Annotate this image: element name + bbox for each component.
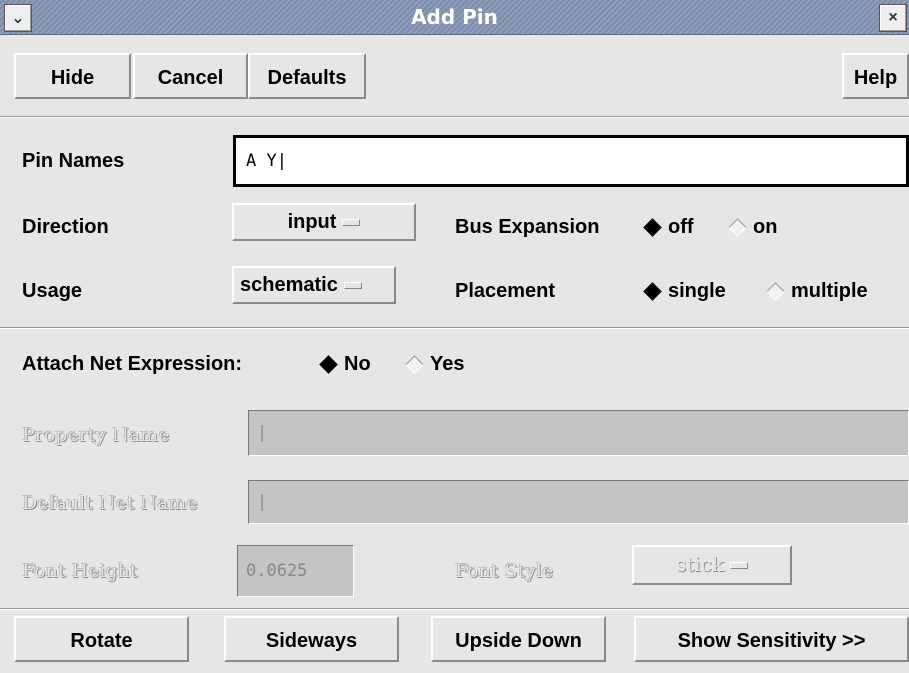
radio-selected-icon [643,281,662,301]
window-menu-button[interactable]: ⌄ [4,4,32,32]
upside-down-button[interactable]: Upside Down [431,616,606,662]
net-expression-yes-radio[interactable]: Yes [402,349,464,379]
default-net-name-field: | [248,480,909,524]
rotate-button[interactable]: Rotate [14,616,189,662]
bottom-divider [0,608,909,610]
placement-multiple-radio[interactable]: multiple [763,276,868,306]
direction-select[interactable]: input [232,203,416,241]
font-height-field: 0.0625 [237,545,354,597]
placement-single-label: single [668,279,726,302]
radio-unselected-icon [405,354,424,374]
close-button[interactable]: × [879,4,907,32]
chevron-down-icon: ⌄ [11,10,25,27]
sideways-button[interactable]: Sideways [224,616,399,662]
default-net-name-label: Default Net Name [22,492,198,514]
pin-names-label: Pin Names [22,150,125,172]
defaults-button[interactable]: Defaults [248,53,366,99]
radio-unselected-icon [766,281,785,301]
pin-names-field[interactable]: A Y| [233,135,909,187]
cancel-button[interactable]: Cancel [133,53,248,99]
net-expression-no-label: No [344,352,371,375]
placement-label: Placement [455,280,556,302]
font-style-select: stick [632,545,792,585]
option-menu-icon [343,282,362,290]
bus-expansion-off-label: off [668,215,694,238]
property-name-field: | [248,410,909,456]
toolbar-divider [0,116,909,118]
radio-unselected-icon [728,217,747,237]
net-expression-label: Attach Net Expression: [22,353,243,375]
help-button[interactable]: Help [842,53,909,99]
font-style-label: Font Style [455,560,554,582]
window-title: Add Pin [411,5,498,29]
font-style-value: stick [675,552,725,576]
text-cursor-icon: | [257,423,268,443]
net-expression-yes-label: Yes [430,352,465,375]
option-menu-icon [730,562,749,569]
usage-value: schematic [240,274,338,296]
pin-names-value: A Y [246,151,277,171]
net-expression-no-radio[interactable]: No [316,349,371,379]
show-sensitivity-button[interactable]: Show Sensitivity >> [634,616,909,662]
property-name-label: Property Name [22,424,170,446]
bus-expansion-off-radio[interactable]: off [640,212,694,242]
font-height-label: Font Height [22,560,138,582]
direction-label: Direction [22,216,109,238]
close-icon: × [888,9,898,26]
placement-multiple-label: multiple [791,279,868,302]
bus-expansion-label: Bus Expansion [455,216,600,238]
text-cursor-icon: | [257,492,268,512]
text-cursor-icon: | [276,151,287,171]
font-height-value: 0.0625 [246,561,308,581]
bus-expansion-on-label: on [753,215,778,238]
radio-selected-icon [319,354,338,374]
section-divider [0,327,909,329]
usage-select[interactable]: schematic [232,266,396,304]
direction-value: input [287,211,337,233]
usage-label: Usage [22,280,83,302]
hide-button[interactable]: Hide [14,53,131,99]
placement-single-radio[interactable]: single [640,276,726,306]
bus-expansion-on-radio[interactable]: on [725,212,777,242]
option-menu-icon [342,219,361,227]
radio-selected-icon [643,217,662,237]
